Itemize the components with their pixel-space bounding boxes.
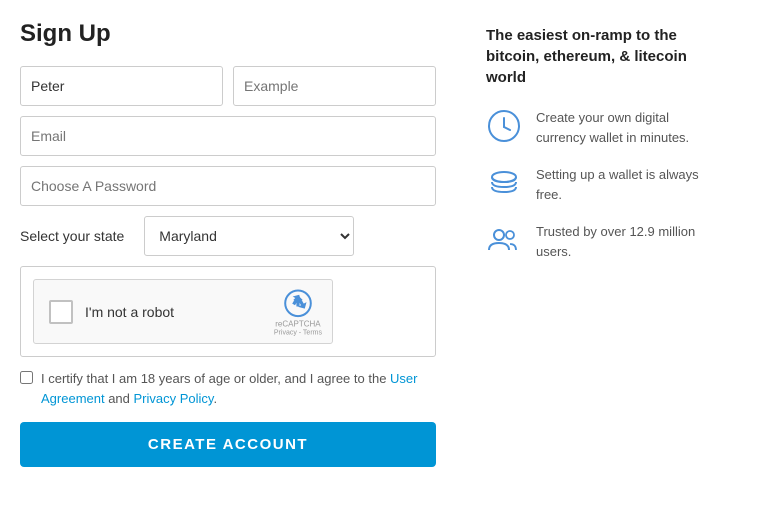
features-panel: The easiest on-ramp to the bitcoin, ethe… <box>466 20 759 467</box>
email-input[interactable] <box>20 116 436 156</box>
captcha-logo: reCAPTCHA Privacy - Terms <box>274 287 322 336</box>
coins-icon <box>486 165 522 201</box>
name-row <box>20 66 436 106</box>
feature-text-wallet: Create your own digital currency wallet … <box>536 108 706 147</box>
signup-form-panel: Sign Up Select your state Maryland Alaba… <box>20 20 466 467</box>
first-name-input[interactable] <box>20 66 223 106</box>
clock-icon <box>486 108 522 144</box>
privacy-policy-link[interactable]: Privacy Policy <box>134 391 214 406</box>
terms-text: I certify that I am 18 years of age or o… <box>41 369 436 408</box>
password-input[interactable] <box>20 166 436 206</box>
state-select[interactable]: Maryland Alabama Alaska Arizona Californ… <box>144 216 354 256</box>
captcha-label: I'm not a robot <box>85 304 174 320</box>
tagline: The easiest on-ramp to the bitcoin, ethe… <box>486 25 706 88</box>
feature-item-wallet: Create your own digital currency wallet … <box>486 108 759 147</box>
page-container: Sign Up Select your state Maryland Alaba… <box>0 0 779 487</box>
feature-text-users: Trusted by over 12.9 million users. <box>536 222 706 261</box>
feature-item-users: Trusted by over 12.9 million users. <box>486 222 759 261</box>
page-title: Sign Up <box>20 20 436 48</box>
last-name-input[interactable] <box>233 66 436 106</box>
feature-item-free: Setting up a wallet is always free. <box>486 165 759 204</box>
captcha-checkbox[interactable] <box>49 300 73 324</box>
terms-row: I certify that I am 18 years of age or o… <box>20 369 436 408</box>
terms-checkbox[interactable] <box>20 371 33 384</box>
recaptcha-brand: reCAPTCHA <box>275 319 320 329</box>
captcha-box: I'm not a robot reCAPTCHA Privacy - Term… <box>20 266 436 357</box>
users-icon <box>486 222 522 258</box>
create-account-button[interactable]: CREATE ACCOUNT <box>20 422 436 467</box>
state-label: Select your state <box>20 228 124 244</box>
feature-text-free: Setting up a wallet is always free. <box>536 165 706 204</box>
state-row: Select your state Maryland Alabama Alask… <box>20 216 436 256</box>
recaptcha-icon <box>282 287 314 319</box>
recaptcha-links: Privacy - Terms <box>274 329 322 336</box>
captcha-widget[interactable]: I'm not a robot reCAPTCHA Privacy - Term… <box>33 279 333 344</box>
